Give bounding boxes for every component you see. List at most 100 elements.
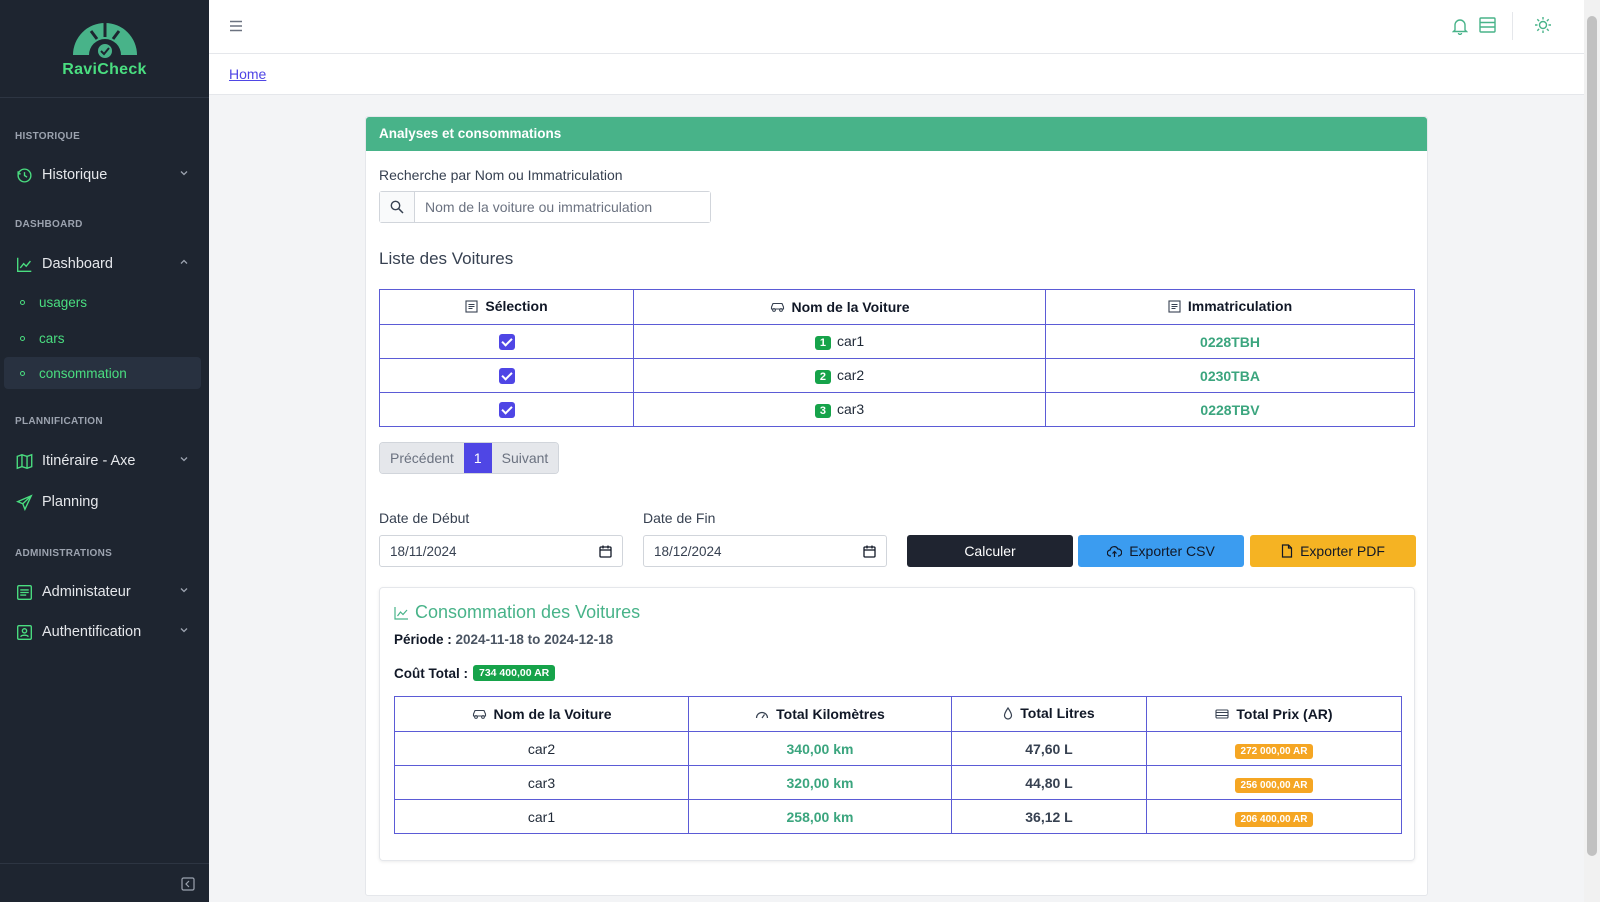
export-csv-button[interactable]: Exporter CSV bbox=[1078, 535, 1244, 567]
dot-icon bbox=[20, 370, 25, 376]
chevron-down-icon bbox=[180, 588, 188, 593]
immatriculation-cell: 0228TBH bbox=[1045, 324, 1415, 359]
sidebar-item-historique[interactable]: Historique bbox=[0, 157, 209, 193]
pagination-next-button[interactable]: Suivant bbox=[491, 443, 559, 473]
column-header-litres: Total Litres bbox=[951, 696, 1147, 732]
breadcrumb-home-link[interactable]: Home bbox=[229, 66, 266, 82]
table-row: car3 320,00 km 44,80 L 256 000,00 AR bbox=[394, 765, 1402, 800]
sidebar-item-itineraire[interactable]: Itinéraire - Axe bbox=[0, 443, 209, 479]
sidebar-footer bbox=[0, 863, 209, 902]
name-cell: 2 car2 bbox=[633, 358, 1046, 393]
sidebar-subitem-usagers[interactable]: usagers bbox=[0, 286, 209, 318]
sidebar-subitem-cars[interactable]: cars bbox=[0, 322, 209, 354]
chevron-down-icon bbox=[180, 171, 188, 176]
row-number-badge: 1 bbox=[814, 335, 831, 350]
sidebar-item-label: Dashboard bbox=[42, 256, 113, 272]
sun-theme-icon[interactable] bbox=[1534, 16, 1552, 34]
select-car3-checkbox[interactable] bbox=[498, 402, 515, 419]
header-label: Immatriculation bbox=[1187, 298, 1293, 315]
litres-cell: 47,60 L bbox=[951, 731, 1147, 766]
consommation-title: Consommation des Voitures bbox=[394, 602, 640, 623]
column-header-prix: Total Prix (AR) bbox=[1146, 696, 1402, 732]
consommation-card: Consommation des Voitures Période : 2024… bbox=[379, 587, 1415, 861]
table-icon[interactable] bbox=[1479, 17, 1496, 33]
column-header-selection: Sélection bbox=[379, 289, 634, 325]
cash-icon bbox=[1215, 708, 1229, 719]
card-title: Analyses et consommations bbox=[366, 117, 1427, 151]
prix-badge: 272 000,00 AR bbox=[1234, 743, 1314, 759]
file-icon bbox=[1281, 544, 1293, 558]
button-label: Calculer bbox=[964, 543, 1016, 559]
sidebar-item-label: Historique bbox=[42, 167, 108, 183]
hamburger-menu-icon[interactable] bbox=[229, 19, 243, 33]
selection-cell bbox=[379, 392, 634, 427]
car-icon bbox=[770, 302, 784, 312]
selection-cell bbox=[379, 358, 634, 393]
pagination-page-1[interactable]: 1 bbox=[463, 443, 492, 473]
prix-badge: 206 400,00 AR bbox=[1234, 811, 1314, 827]
chart-line-icon bbox=[394, 606, 408, 620]
section-label-dashboard: DASHBOARD bbox=[15, 219, 83, 230]
chart-line-icon bbox=[15, 255, 33, 273]
table-row: 2 car2 0230TBA bbox=[379, 358, 1415, 393]
date-debut-label: Date de Début bbox=[379, 510, 470, 526]
calendar-icon[interactable] bbox=[599, 545, 612, 558]
date-fin-input[interactable]: 18/12/2024 bbox=[643, 535, 887, 567]
cars-list-title: Liste des Voitures bbox=[379, 249, 514, 268]
column-header-nom: Nom de la Voiture bbox=[633, 289, 1046, 325]
sidebar-item-dashboard[interactable]: Dashboard bbox=[0, 246, 209, 282]
sidebar-subitem-consommation[interactable]: consommation bbox=[4, 357, 201, 389]
pagination-prev-button[interactable]: Précédent bbox=[380, 443, 464, 473]
date-fin-value: 18/12/2024 bbox=[654, 543, 722, 559]
collapse-sidebar-icon[interactable] bbox=[181, 877, 195, 891]
bell-icon[interactable] bbox=[1452, 17, 1468, 35]
km-cell: 320,00 km bbox=[688, 765, 952, 800]
header-label: Nom de la Voiture bbox=[791, 298, 910, 315]
search-group bbox=[379, 191, 711, 223]
sidebar-subitem-label: usagers bbox=[39, 294, 88, 310]
speedometer-icon bbox=[756, 711, 769, 718]
send-icon bbox=[15, 493, 33, 511]
header-label: Total Kilomètres bbox=[776, 705, 885, 722]
periode-label: Période : bbox=[394, 632, 452, 647]
gauge-logo-icon bbox=[72, 22, 137, 59]
analyses-card: Analyses et consommations Recherche par … bbox=[365, 116, 1428, 896]
button-label: Exporter CSV bbox=[1129, 543, 1215, 559]
chevron-down-icon bbox=[180, 457, 188, 462]
list-icon bbox=[15, 583, 33, 601]
document-icon bbox=[1168, 300, 1181, 313]
header-label: Total Litres bbox=[1020, 705, 1095, 722]
select-car2-checkbox[interactable] bbox=[498, 368, 515, 385]
date-fin-label: Date de Fin bbox=[643, 510, 716, 526]
sidebar-item-authentification[interactable]: Authentification bbox=[0, 614, 209, 650]
brand-logo[interactable]: RaviCheck bbox=[0, 0, 209, 98]
scrollbar-thumb[interactable] bbox=[1587, 16, 1597, 856]
select-car1-checkbox[interactable] bbox=[498, 334, 515, 351]
car-icon bbox=[472, 709, 486, 719]
calendar-icon[interactable] bbox=[863, 545, 876, 558]
date-debut-input[interactable]: 18/11/2024 bbox=[379, 535, 623, 567]
table-row: 1 car1 0228TBH bbox=[379, 324, 1415, 359]
dot-icon bbox=[20, 335, 25, 341]
sidebar: RaviCheck HISTORIQUE Historique DASHBOAR… bbox=[0, 0, 209, 902]
breadcrumb: Home bbox=[209, 54, 1584, 95]
consommation-title-text: Consommation des Voitures bbox=[415, 602, 641, 622]
search-label: Recherche par Nom ou Immatriculation bbox=[379, 167, 623, 183]
history-icon bbox=[15, 166, 33, 184]
car-name-cell: car2 bbox=[394, 731, 689, 766]
calculer-button[interactable]: Calculer bbox=[907, 535, 1073, 567]
sidebar-subitem-label: cars bbox=[39, 330, 65, 346]
sidebar-item-planning[interactable]: Planning bbox=[0, 484, 209, 520]
search-input[interactable] bbox=[415, 192, 710, 222]
sidebar-item-label: Authentification bbox=[42, 624, 142, 640]
user-badge-icon bbox=[15, 623, 33, 641]
cout-total-badge: 734 400,00 AR bbox=[472, 665, 556, 681]
export-pdf-button[interactable]: Exporter PDF bbox=[1250, 535, 1416, 567]
prix-cell: 206 400,00 AR bbox=[1146, 799, 1402, 834]
header-label: Sélection bbox=[485, 298, 548, 315]
prix-cell: 272 000,00 AR bbox=[1146, 731, 1402, 766]
car-name-cell: car1 bbox=[394, 799, 689, 834]
sidebar-item-label: Administateur bbox=[42, 584, 131, 600]
page-scrollbar[interactable] bbox=[1584, 0, 1600, 902]
sidebar-item-administrateur[interactable]: Administateur bbox=[0, 574, 209, 610]
